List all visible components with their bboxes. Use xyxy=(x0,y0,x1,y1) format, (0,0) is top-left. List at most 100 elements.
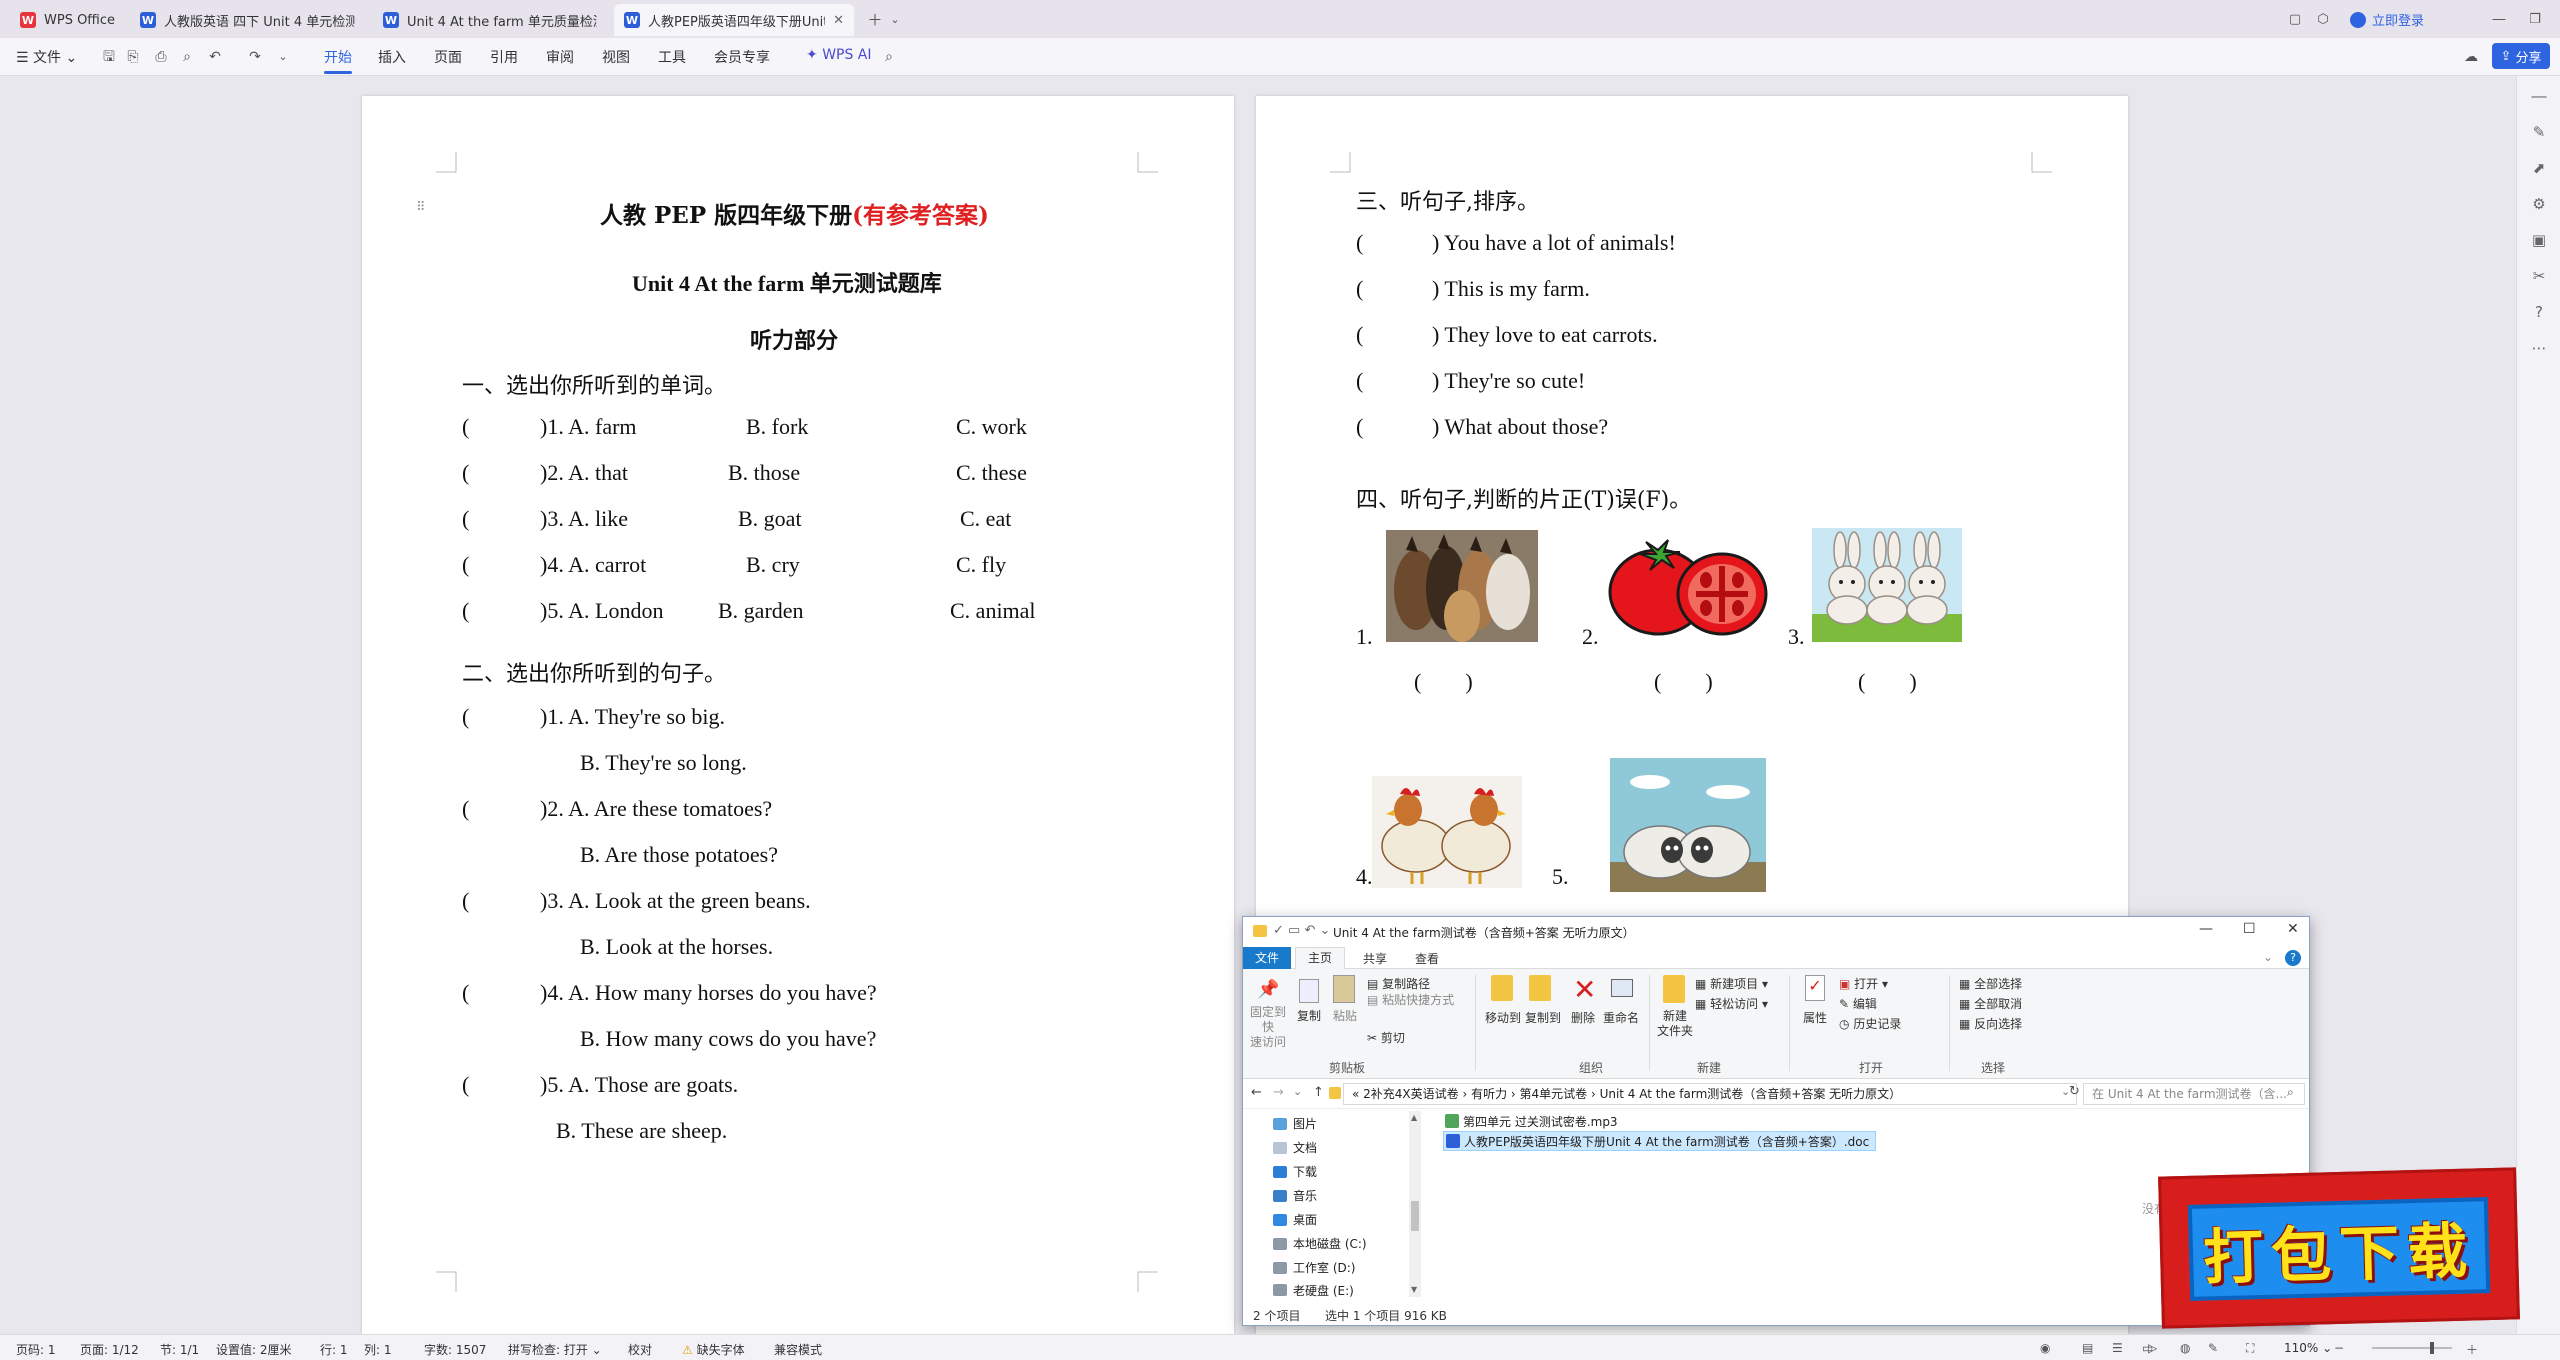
window-layout-icon[interactable]: ▢ xyxy=(2284,6,2306,32)
search-input[interactable]: 在 Unit 4 At the farm测试卷（含... xyxy=(2083,1083,2305,1105)
nav-item-drive-c[interactable]: 本地磁盘 (C:) xyxy=(1273,1235,1367,1252)
menu-insert[interactable]: 插入 xyxy=(378,47,406,67)
file-menu[interactable]: ☰ 文件 ⌄ xyxy=(16,47,77,67)
file-explorer-window[interactable]: ✓ ▭ ↶ ⌄ Unit 4 At the farm测试卷（含音频+答案 无听力… xyxy=(1242,916,2310,1326)
properties-button[interactable]: 属性 xyxy=(1803,1009,1827,1026)
select-none-button[interactable]: ▦ 全部取消 xyxy=(1959,995,2022,1012)
scroll-up-icon[interactable]: ▲ xyxy=(1411,1113,1417,1122)
select-cursor-icon[interactable]: ⬈ xyxy=(2529,158,2549,178)
nav-item-music[interactable]: 音乐 xyxy=(1273,1187,1317,1204)
scrollbar-thumb[interactable] xyxy=(1411,1201,1419,1231)
copy-to-button[interactable]: 复制到 xyxy=(1525,1009,1561,1026)
delete-button[interactable]: 删除 xyxy=(1571,1009,1595,1026)
edit-pen-icon[interactable]: ✎ xyxy=(2529,122,2549,142)
new-folder-button[interactable]: 新建 文件夹 xyxy=(1657,1009,1693,1039)
close-tab-icon[interactable]: ✕ xyxy=(833,13,844,28)
cut-button[interactable]: ✂ 剪切 xyxy=(1367,1029,1405,1046)
page-view-icon[interactable]: ▤ xyxy=(2082,1341,2093,1355)
nav-item-desktop[interactable]: 桌面 xyxy=(1273,1211,1317,1228)
tab-document-active[interactable]: W 人教PEP版英语四年级下册Unit 4 ✕ xyxy=(614,4,854,36)
copy-button[interactable]: 复制 xyxy=(1297,1007,1321,1024)
maximize-icon[interactable]: ☐ xyxy=(2243,921,2256,937)
undo-icon[interactable]: ↶ xyxy=(206,48,224,66)
save-icon[interactable]: 🖫 xyxy=(100,48,118,66)
tab-view[interactable]: 查看 xyxy=(1415,950,1439,967)
new-tab-icon[interactable]: ＋ xyxy=(862,6,888,32)
tab-document-2[interactable]: W Unit 4 At the farm 单元质量检测卷 xyxy=(373,4,613,36)
zoom-slider[interactable] xyxy=(2372,1342,2452,1354)
address-bar[interactable]: « 2补充4X英语试卷 › 有听力 › 第4单元试卷 › Unit 4 At t… xyxy=(1343,1083,2077,1105)
back-arrow-icon[interactable]: ← xyxy=(1251,1085,1262,1100)
tab-home[interactable]: 主页 xyxy=(1295,947,1345,969)
fit-page-icon[interactable]: ⛶ xyxy=(2246,1341,2254,1356)
select-all-button[interactable]: ▦ 全部选择 xyxy=(1959,975,2022,992)
nav-item-downloads[interactable]: 下载 xyxy=(1273,1163,1317,1180)
chevron-down-icon[interactable]: ⌄ xyxy=(886,6,904,32)
menu-review[interactable]: 审阅 xyxy=(546,47,574,67)
chevron-down-icon[interactable]: ⌄ xyxy=(274,48,292,66)
paste-shortcut-button[interactable]: ▤ 粘贴快捷方式 xyxy=(1367,991,1454,1008)
zoom-slider-handle[interactable] xyxy=(2430,1342,2434,1354)
nav-item-documents[interactable]: 文档 xyxy=(1273,1139,1317,1156)
open-button[interactable]: ▣ 打开 ▾ xyxy=(1839,975,1888,992)
cube-icon[interactable]: ⬡ xyxy=(2312,6,2334,32)
zoom-in-icon[interactable]: ＋ xyxy=(2466,1341,2478,1358)
status-word-count[interactable]: 字数: 1507 xyxy=(424,1341,486,1358)
invert-selection-button[interactable]: ▦ 反向选择 xyxy=(1959,1015,2022,1032)
more-icon[interactable]: ⋯ xyxy=(2529,338,2549,358)
pen-icon[interactable]: ✎ xyxy=(2208,1341,2218,1355)
chevron-down-icon[interactable]: ⌄ xyxy=(2263,950,2273,964)
tools-icon[interactable]: ✂ xyxy=(2529,266,2549,286)
nav-item-drive-d[interactable]: 工作室 (D:) xyxy=(1273,1259,1355,1276)
search-icon[interactable]: ⌕ xyxy=(880,48,898,66)
restore-icon[interactable]: ❐ xyxy=(2524,6,2546,32)
menu-view[interactable]: 视图 xyxy=(602,47,630,67)
minimize-icon[interactable]: — xyxy=(2199,921,2213,937)
play-icon[interactable]: ▷ xyxy=(2148,1341,2157,1355)
nav-scrollbar[interactable]: ▲ ▼ xyxy=(1409,1111,1421,1297)
forward-arrow-icon[interactable]: → xyxy=(1273,1085,1284,1100)
scroll-down-icon[interactable]: ▼ xyxy=(1411,1285,1417,1294)
menu-tools[interactable]: 工具 xyxy=(658,47,686,67)
tab-document-1[interactable]: W 人教版英语 四下 Unit 4 单元检测卷 xyxy=(130,4,365,36)
help-icon[interactable]: ? xyxy=(2285,950,2301,966)
history-button[interactable]: ◷ 历史记录 xyxy=(1839,1015,1901,1032)
recent-chevron-icon[interactable]: ⌄ xyxy=(1293,1085,1302,1098)
adjust-icon[interactable]: ⚙ xyxy=(2529,194,2549,214)
menu-home[interactable]: 开始 xyxy=(324,47,352,74)
help-icon[interactable]: ? xyxy=(2529,302,2549,322)
status-col[interactable]: 列: 1 xyxy=(364,1341,392,1358)
easy-access-button[interactable]: ▦ 轻松访问 ▾ xyxy=(1695,995,1768,1012)
menu-references[interactable]: 引用 xyxy=(490,47,518,67)
missing-font-button[interactable]: ⚠ 缺失字体 xyxy=(682,1341,745,1358)
refresh-icon[interactable]: ↻ xyxy=(2069,1084,2080,1099)
status-row[interactable]: 行: 1 xyxy=(320,1341,348,1358)
web-view-icon[interactable]: ◍ xyxy=(2180,1341,2190,1355)
share-button[interactable]: ⇪ 分享 xyxy=(2492,43,2550,69)
status-setting[interactable]: 设置值: 2厘米 xyxy=(216,1341,292,1358)
eye-protection-icon[interactable]: ◉ xyxy=(2040,1341,2050,1355)
redo-icon[interactable]: ↷ xyxy=(246,48,264,66)
status-section[interactable]: 节: 1/1 xyxy=(160,1341,199,1358)
tab-share[interactable]: 共享 xyxy=(1363,950,1387,967)
move-to-button[interactable]: 移动到 xyxy=(1485,1009,1521,1026)
image-icon[interactable]: ▣ xyxy=(2529,230,2549,250)
login-button[interactable]: 立即登录 xyxy=(2350,10,2424,29)
nav-item-drive-e[interactable]: 老硬盘 (E:) xyxy=(1273,1283,1354,1297)
drag-handle-icon[interactable]: ⠿ xyxy=(416,200,426,215)
download-stamp[interactable]: 打包下载 xyxy=(2158,1167,2520,1329)
print-icon[interactable]: ⎙ xyxy=(152,48,170,66)
copy-path-button[interactable]: ▤ 复制路径 xyxy=(1367,975,1430,992)
minimize-icon[interactable]: ― xyxy=(2488,6,2510,32)
print-preview-icon[interactable]: ⌕ xyxy=(178,48,196,66)
paste-button[interactable]: 粘贴 xyxy=(1333,1007,1357,1024)
menu-member[interactable]: 会员专享 xyxy=(714,47,770,67)
quick-access-toolbar[interactable]: ✓ ▭ ↶ ⌄ xyxy=(1273,923,1330,938)
proofread-button[interactable]: 校对 xyxy=(628,1341,652,1358)
cloud-sync-icon[interactable]: ☁ xyxy=(2462,48,2480,66)
tab-file[interactable]: 文件 xyxy=(1243,947,1291,969)
new-item-button[interactable]: ▦ 新建项目 ▾ xyxy=(1695,975,1768,992)
menu-page[interactable]: 页面 xyxy=(434,47,462,67)
rename-button[interactable]: 重命名 xyxy=(1603,1009,1639,1026)
export-icon[interactable]: ⎘ xyxy=(124,48,142,66)
